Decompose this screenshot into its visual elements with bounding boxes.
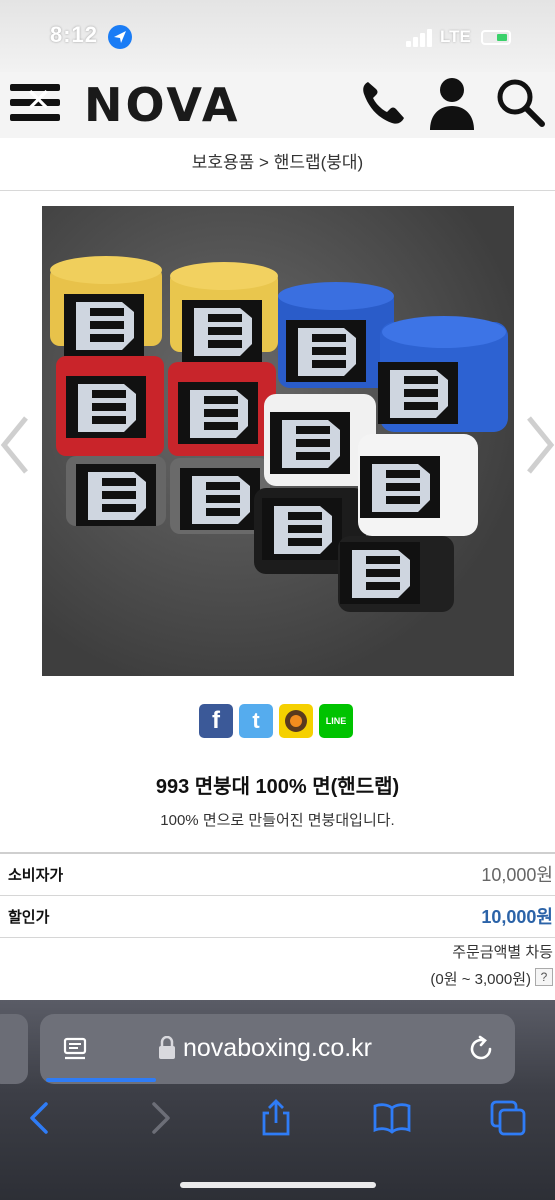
blue-wrap-2 — [378, 316, 508, 432]
chevron-right-icon — [152, 1102, 170, 1134]
line-share-button[interactable]: LINE — [319, 704, 353, 738]
blue-wrap-1 — [278, 282, 394, 388]
bookmarks-button[interactable] — [372, 1098, 412, 1138]
battery-icon — [481, 30, 511, 45]
twitter-share-button[interactable]: t — [239, 704, 273, 738]
site-header: ✕ NOVA — [0, 72, 555, 138]
close-icon: ✕ — [25, 82, 52, 118]
yellow-wrap-mid — [170, 262, 278, 362]
menu-icon[interactable]: ✕ — [10, 78, 60, 126]
product-image[interactable] — [42, 206, 514, 676]
share-icon — [262, 1099, 290, 1136]
browser-toolbar: novaboxing.co.kr — [0, 1000, 555, 1200]
divider — [0, 190, 555, 191]
home-indicator[interactable] — [180, 1182, 376, 1188]
gray-wrap-left — [66, 456, 166, 526]
chevron-left-icon — [30, 1102, 48, 1134]
address-bar[interactable]: novaboxing.co.kr — [40, 1014, 515, 1084]
search-icon[interactable] — [494, 76, 546, 128]
gallery-prev-arrow[interactable] — [0, 410, 30, 480]
shipping-fee-note: 주문금액별 차등 — [452, 944, 553, 961]
back-button[interactable] — [22, 1098, 62, 1138]
status-time: 8:12 — [50, 22, 99, 47]
consumer-price-row: 소비자가 10,000원 — [0, 854, 555, 896]
location-icon — [108, 25, 132, 49]
kakaostory-icon — [285, 710, 307, 732]
reload-icon[interactable] — [466, 1034, 496, 1064]
network-type: LTE — [440, 27, 471, 46]
tabs-button[interactable] — [488, 1098, 528, 1138]
phone-icon[interactable] — [356, 76, 410, 130]
gallery-next-arrow[interactable] — [525, 410, 555, 480]
consumer-price-label: 소비자가 — [8, 867, 64, 884]
breadcrumb[interactable]: 보호용품 > 핸드랩(붕대) — [0, 148, 555, 173]
discount-price-row: 할인가 10,000원 — [0, 896, 555, 938]
discount-price-label: 할인가 — [8, 909, 50, 926]
kakaostory-share-button[interactable] — [279, 704, 313, 738]
help-icon[interactable]: ? — [535, 968, 553, 986]
page-menu-icon[interactable] — [62, 1036, 88, 1062]
black-wrap-2 — [338, 536, 454, 612]
lock-icon — [158, 1035, 176, 1060]
red-wrap-left — [56, 356, 164, 456]
forward-button[interactable] — [140, 1098, 180, 1138]
signal-icon — [406, 29, 434, 47]
share-button[interactable] — [256, 1098, 296, 1138]
tabs-icon — [490, 1100, 526, 1136]
status-bar: 8:12 LTE — [0, 0, 555, 72]
page-load-progress — [46, 1078, 156, 1082]
product-title: 993 면붕대 100% 면(핸드랩) — [155, 776, 400, 798]
red-wrap-mid — [168, 362, 276, 456]
book-icon — [373, 1103, 411, 1134]
discount-price-value: 10,000원 — [481, 907, 553, 927]
product-description: 100% 면으로 만들어진 면붕대입니다. — [160, 812, 395, 829]
white-wrap-2 — [358, 434, 478, 536]
previous-tab-preview[interactable] — [0, 1014, 28, 1084]
shipping-fee-range: (0원 ~ 3,000원) — [430, 971, 531, 988]
url-text[interactable]: novaboxing.co.kr — [183, 1034, 372, 1063]
site-logo[interactable]: NOVA — [84, 78, 240, 132]
yellow-wrap-left — [50, 256, 162, 356]
account-icon[interactable] — [428, 76, 476, 132]
consumer-price-value: 10,000원 — [481, 865, 553, 885]
facebook-share-button[interactable]: f — [199, 704, 233, 738]
